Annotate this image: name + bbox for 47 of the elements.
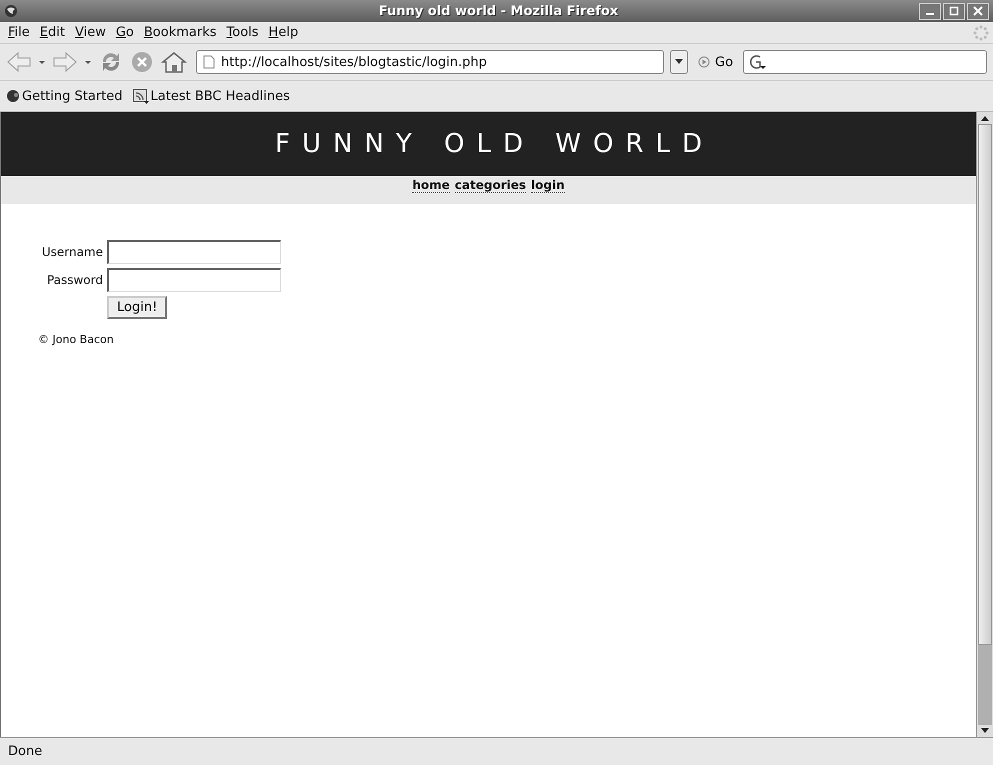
menu-item[interactable]: Edit bbox=[36, 25, 69, 40]
close-button[interactable] bbox=[967, 2, 989, 20]
caret-icon[interactable] bbox=[38, 58, 46, 66]
input-field[interactable] bbox=[107, 268, 281, 292]
login-button[interactable]: Login! bbox=[107, 296, 168, 319]
search-engine-icon bbox=[747, 53, 768, 71]
field-label: Password bbox=[46, 273, 103, 287]
forward-arrow-icon[interactable] bbox=[52, 51, 78, 73]
menu-item[interactable]: View bbox=[70, 25, 110, 40]
throbber-icon bbox=[973, 24, 989, 40]
menu-item[interactable]: Tools bbox=[222, 25, 263, 40]
menu-item[interactable]: File bbox=[4, 25, 34, 40]
go-button[interactable]: Go bbox=[694, 54, 738, 70]
search-field[interactable] bbox=[743, 50, 987, 74]
nav-link[interactable]: categories bbox=[454, 178, 526, 193]
back-arrow-icon[interactable] bbox=[6, 51, 32, 73]
close-icon bbox=[973, 6, 983, 16]
bookmark-item[interactable]: Getting Started bbox=[6, 88, 123, 104]
nav-link[interactable]: login bbox=[531, 178, 565, 193]
copyright-text: © Jono Bacon bbox=[38, 333, 115, 346]
globe-icon bbox=[4, 4, 18, 18]
minimize-icon bbox=[926, 13, 934, 15]
maximize-icon bbox=[949, 6, 959, 16]
minimize-button[interactable] bbox=[919, 2, 941, 20]
stop-icon[interactable] bbox=[130, 50, 154, 74]
maximize-button[interactable] bbox=[943, 2, 965, 20]
document-icon bbox=[203, 55, 215, 69]
input-field[interactable] bbox=[107, 240, 281, 264]
nav-link[interactable]: home bbox=[412, 178, 450, 193]
home-icon[interactable] bbox=[160, 50, 188, 74]
menu-item[interactable]: Bookmarks bbox=[140, 25, 221, 40]
creature-icon bbox=[6, 89, 20, 103]
caret-icon bbox=[675, 59, 683, 65]
menu-item[interactable]: Help bbox=[264, 25, 302, 40]
scrollbar-thumb[interactable] bbox=[978, 124, 992, 645]
play-icon bbox=[698, 56, 710, 68]
dropdown-button[interactable] bbox=[670, 50, 688, 74]
window-title: Funny old world - Mozilla Firefox bbox=[378, 4, 620, 18]
bookmark-item[interactable]: Latest BBC Headlines bbox=[132, 88, 290, 104]
field-label: Username bbox=[41, 245, 103, 259]
menu-item[interactable]: Go bbox=[112, 25, 138, 40]
caret-icon[interactable] bbox=[84, 58, 92, 66]
status-text: Done bbox=[8, 744, 42, 759]
scrollbar[interactable] bbox=[976, 112, 993, 737]
address-field[interactable]: http://localhost/sites/blogtastic/login.php bbox=[196, 50, 664, 74]
feed-icon bbox=[132, 88, 149, 104]
site-title: FUNNY OLD WORLD bbox=[274, 129, 714, 159]
